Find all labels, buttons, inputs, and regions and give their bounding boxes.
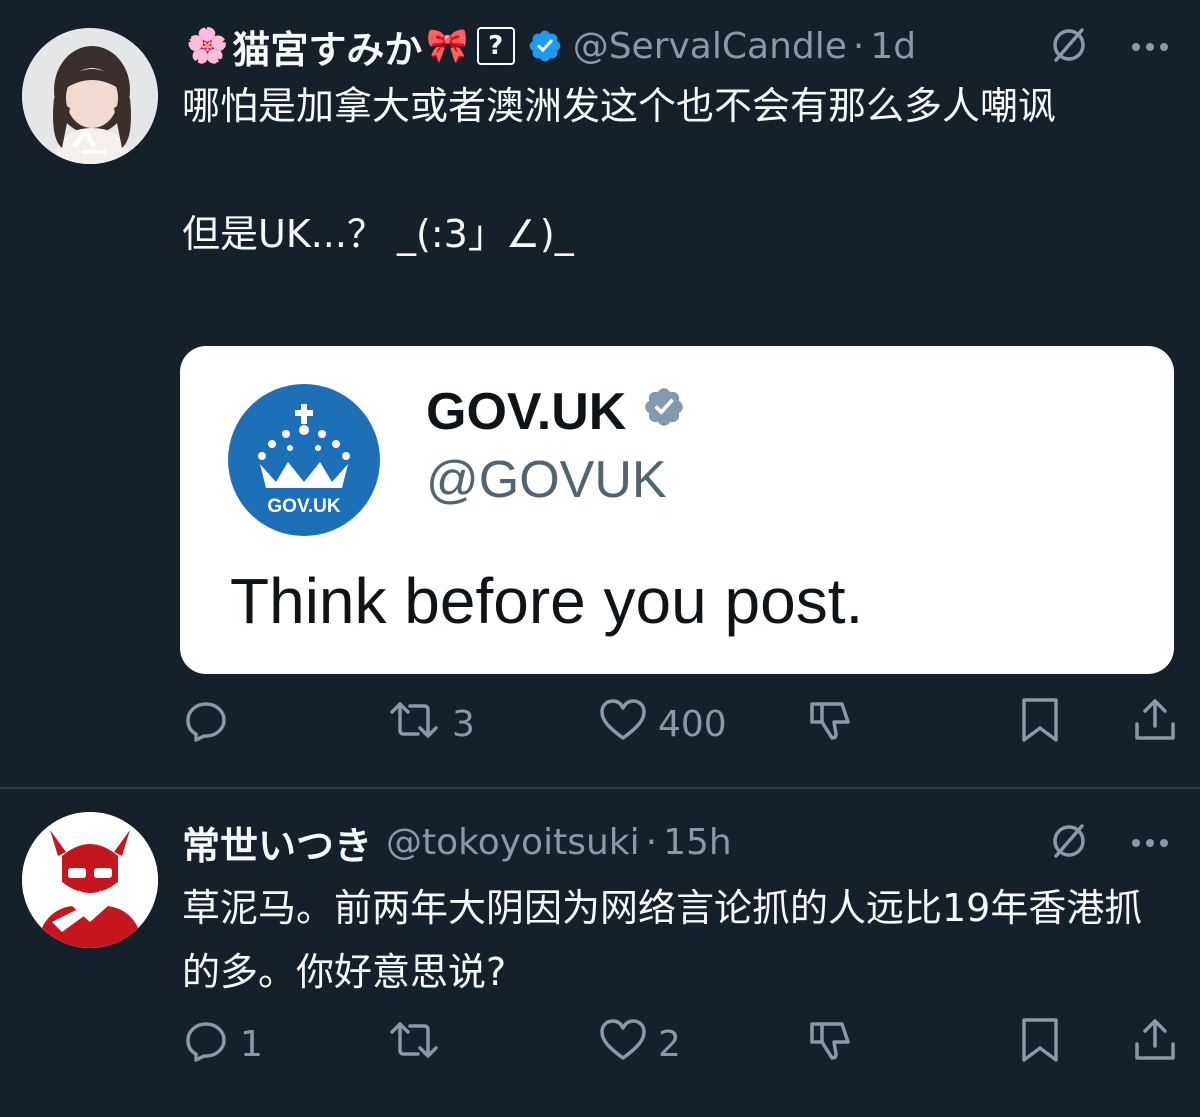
verified-icon [527, 28, 563, 64]
bookmark-icon [1018, 1016, 1062, 1073]
avatar-illustration [22, 812, 158, 948]
tweet-header: 🌸 猫宮すみか 🎀 ? @ServalCandle · 1d [182, 20, 916, 72]
quoted-handle: @GOVUK [426, 451, 667, 509]
more-icon[interactable] [1130, 38, 1170, 57]
dislike-button[interactable] [806, 694, 854, 754]
like-count: 400 [658, 703, 727, 745]
grok-icon[interactable] [1048, 24, 1090, 70]
govuk-logo: GOV.UK [228, 384, 380, 536]
user-handle[interactable]: @ServalCandle [573, 26, 847, 67]
user-handle[interactable]: @tokoyoitsuki [386, 822, 640, 863]
timestamp[interactable]: 15h [663, 822, 732, 863]
share-icon [1132, 696, 1178, 753]
tweet-text: 草泥马。前两年大阴因为网络言论抓的人远比19年香港抓的多。你好意思说? [182, 886, 1143, 994]
like-button[interactable]: 400 [598, 694, 727, 754]
like-icon [598, 1016, 648, 1073]
retweet-icon [386, 696, 442, 753]
tweet-menu [1048, 820, 1170, 866]
timestamp[interactable]: 1d [870, 26, 916, 67]
share-button[interactable] [1132, 1014, 1178, 1074]
tweet-menu [1048, 24, 1170, 70]
quoted-text: Think before you post. [230, 565, 864, 637]
reply-count: 1 [240, 1023, 263, 1065]
help-badge: ? [476, 27, 515, 65]
retweet-button[interactable]: 3 [386, 694, 475, 754]
grok-icon[interactable] [1048, 820, 1090, 866]
retweet-count: 3 [452, 703, 475, 745]
like-icon [598, 696, 648, 753]
tweet-text: 哪怕是加拿大或者澳洲发这个也不会有那么多人嘲讽 但是UK...？ _(:3」∠)… [182, 84, 1057, 256]
tweet-divider [0, 787, 1200, 789]
quoted-name-text: GOV.UK [426, 383, 627, 441]
quoted-post-card[interactable]: GOV.UK GOV.UK @GOVUK Think before you po… [180, 346, 1174, 674]
more-icon[interactable] [1130, 834, 1170, 853]
cherry-blossom-emoji: 🌸 [186, 26, 229, 66]
display-name[interactable]: 猫宮すみか [232, 19, 422, 74]
like-count: 2 [658, 1023, 681, 1065]
action-bar: 1 2 [182, 1014, 1178, 1074]
reply-button[interactable]: 1 [182, 1014, 263, 1074]
tweet[interactable]: 常世いつき @tokoyoitsuki · 15h 草泥马。前两年大阴因为网络言… [0, 790, 1200, 1117]
avatar-photo [22, 28, 158, 164]
govuk-logo-text: GOV.UK [267, 496, 341, 517]
gray-verified-icon [642, 382, 686, 442]
bookmark-button[interactable] [1018, 1014, 1062, 1074]
retweet-button[interactable] [386, 1014, 452, 1074]
bookmark-icon [1018, 696, 1062, 753]
ribbon-emoji: 🎀 [426, 26, 469, 66]
avatar[interactable] [22, 28, 158, 164]
tweet[interactable]: 🌸 猫宮すみか 🎀 ? @ServalCandle · 1d 哪怕是加拿大或者澳… [0, 0, 1200, 788]
separator-dot: · [645, 821, 658, 863]
dislike-icon [806, 696, 854, 753]
quoted-display-name: GOV.UK [426, 382, 686, 442]
action-bar: 3 400 [182, 694, 1178, 754]
share-button[interactable] [1132, 694, 1178, 754]
dislike-icon [806, 1016, 854, 1073]
retweet-icon [386, 1016, 442, 1073]
separator-dot: · [852, 25, 865, 67]
share-icon [1132, 1016, 1178, 1073]
like-button[interactable]: 2 [598, 1014, 681, 1074]
reply-icon [182, 696, 230, 753]
reply-button[interactable] [182, 694, 240, 754]
dislike-button[interactable] [806, 1014, 854, 1074]
display-name[interactable]: 常世いつき [182, 815, 372, 870]
reply-icon [182, 1016, 230, 1073]
avatar[interactable] [22, 812, 158, 948]
bookmark-button[interactable] [1018, 694, 1062, 754]
tweet-header: 常世いつき @tokoyoitsuki · 15h [182, 816, 732, 868]
